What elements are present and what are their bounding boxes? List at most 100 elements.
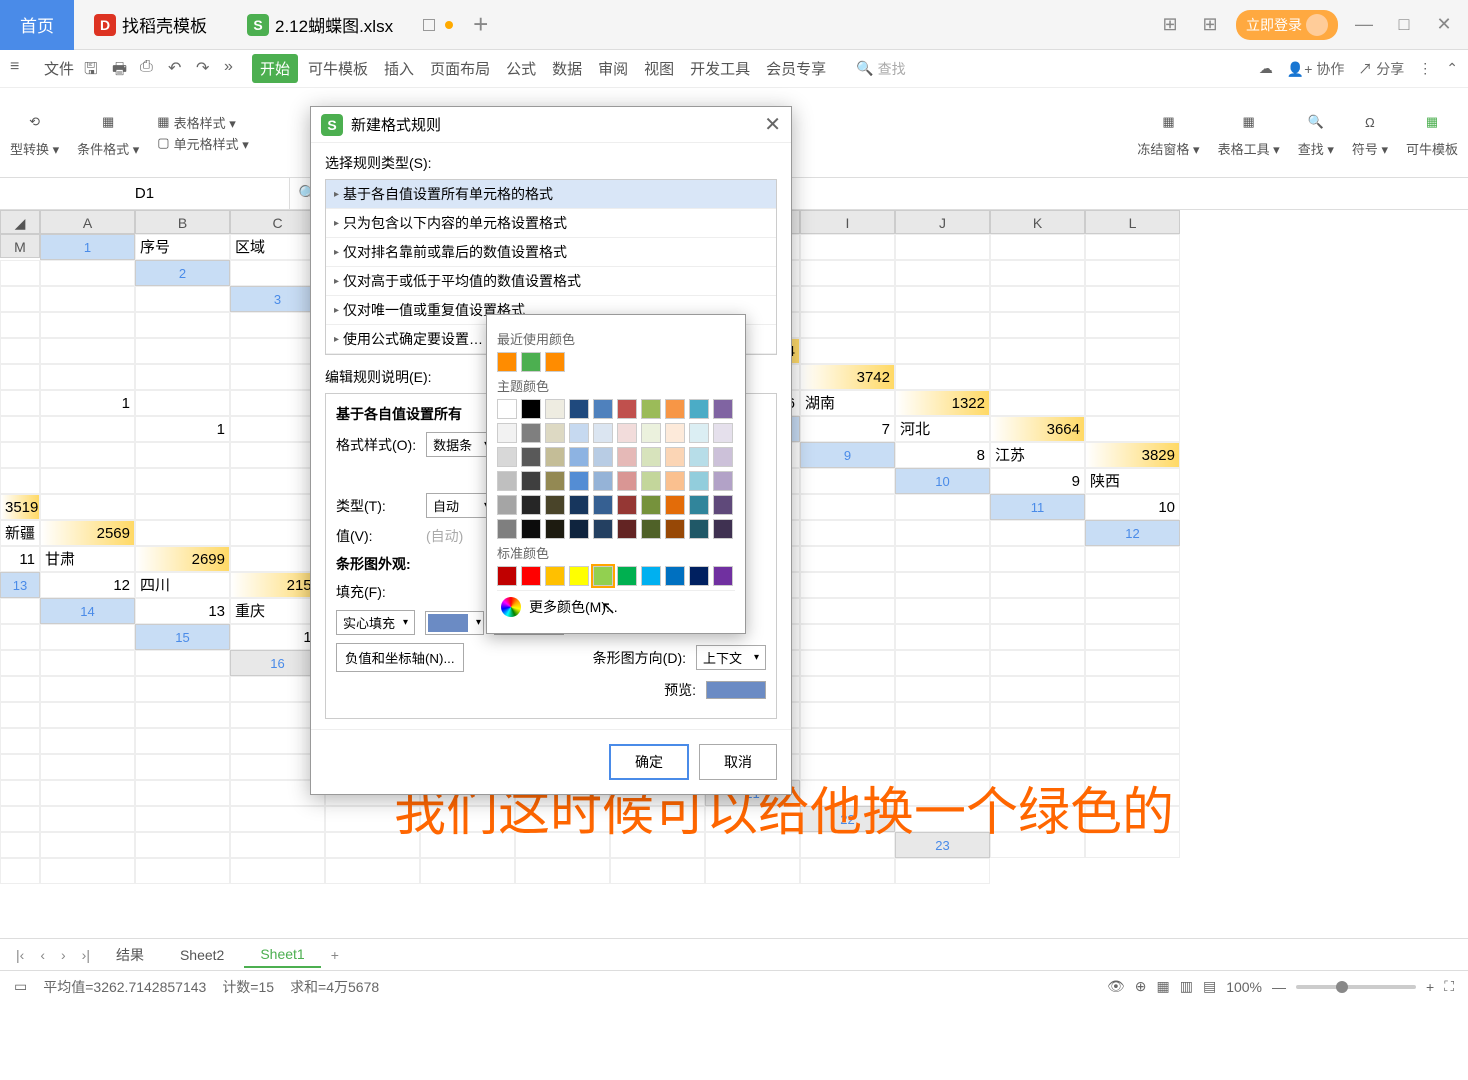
color-swatch[interactable] xyxy=(617,423,637,443)
login-button[interactable]: 立即登录 xyxy=(1236,10,1338,40)
color-swatch[interactable] xyxy=(497,352,517,372)
color-swatch[interactable] xyxy=(689,519,709,539)
menu-view[interactable]: 视图 xyxy=(638,54,680,83)
color-swatch[interactable] xyxy=(713,519,733,539)
tool-tablestyle[interactable]: ▦ 表格样式 ▾ xyxy=(157,113,235,132)
color-swatch[interactable] xyxy=(569,423,589,443)
color-swatch[interactable] xyxy=(545,352,565,372)
eye-icon[interactable]: 👁 xyxy=(1107,978,1125,995)
view-page-icon[interactable]: ▥ xyxy=(1180,978,1193,995)
close-button[interactable]: ✕ xyxy=(1430,11,1458,39)
sheet-nav-next[interactable]: › xyxy=(55,947,72,963)
color-swatch[interactable] xyxy=(521,471,541,491)
menu-review[interactable]: 审阅 xyxy=(592,54,634,83)
color-swatch[interactable] xyxy=(641,471,661,491)
color-swatch[interactable] xyxy=(497,519,517,539)
undo-icon[interactable]: ↶ xyxy=(168,58,192,80)
zoom-level[interactable]: 100% xyxy=(1226,979,1262,995)
ok-button[interactable]: 确定 xyxy=(609,744,689,780)
color-swatch[interactable] xyxy=(521,352,541,372)
color-swatch[interactable] xyxy=(545,399,565,419)
dialog-close-button[interactable]: ✕ xyxy=(764,112,781,137)
color-swatch[interactable] xyxy=(545,447,565,467)
tool-condfmt[interactable]: ▦条件格式 ▾ xyxy=(77,107,139,158)
collapse-ribbon[interactable]: ⌃ xyxy=(1446,60,1458,77)
color-swatch[interactable] xyxy=(665,447,685,467)
zoom-slider[interactable] xyxy=(1296,985,1416,989)
save-icon[interactable]: 🖫 xyxy=(84,58,108,80)
color-swatch[interactable] xyxy=(545,423,565,443)
color-swatch[interactable] xyxy=(497,566,517,586)
menu-start[interactable]: 开始 xyxy=(252,54,298,83)
color-swatch[interactable] xyxy=(665,495,685,515)
color-swatch[interactable] xyxy=(641,447,661,467)
color-swatch[interactable] xyxy=(713,495,733,515)
rule-item[interactable]: 仅对高于或低于平均值的数值设置格式 xyxy=(326,267,776,296)
rule-item[interactable]: 仅对排名靠前或靠后的数值设置格式 xyxy=(326,238,776,267)
cancel-button[interactable]: 取消 xyxy=(699,744,777,780)
tab-template[interactable]: D找稻壳模板 xyxy=(74,0,227,50)
sheet-tab[interactable]: 结果 xyxy=(100,941,160,969)
color-swatch[interactable] xyxy=(521,566,541,586)
view-break-icon[interactable]: ▤ xyxy=(1203,978,1216,995)
color-swatch[interactable] xyxy=(545,519,565,539)
color-swatch[interactable] xyxy=(713,423,733,443)
rule-item[interactable]: 只为包含以下内容的单元格设置格式 xyxy=(326,209,776,238)
menu-insert[interactable]: 插入 xyxy=(378,54,420,83)
color-swatch[interactable] xyxy=(689,471,709,491)
tool-kntmpl[interactable]: ▦可牛模板 xyxy=(1406,107,1458,158)
color-swatch[interactable] xyxy=(593,495,613,515)
print-icon[interactable]: 🖶 xyxy=(112,58,136,80)
sheet-tab[interactable]: Sheet1 xyxy=(244,942,320,968)
menu-file[interactable]: 文件 xyxy=(38,54,80,83)
color-swatch[interactable] xyxy=(689,495,709,515)
menu-data[interactable]: 数据 xyxy=(546,54,588,83)
coop-button[interactable]: 👤+ 协作 xyxy=(1287,59,1345,79)
color-swatch[interactable] xyxy=(497,447,517,467)
more-icon[interactable]: » xyxy=(224,58,248,80)
color-swatch[interactable] xyxy=(593,566,613,586)
maximize-button[interactable]: □ xyxy=(1390,11,1418,39)
tool-symbol[interactable]: Ω符号 ▾ xyxy=(1352,107,1388,158)
cell-reference[interactable]: D1 xyxy=(0,178,290,209)
preview-icon[interactable]: ⎙ xyxy=(140,58,164,80)
menu-more[interactable]: ⋮ xyxy=(1418,60,1432,77)
menu-formula[interactable]: 公式 xyxy=(500,54,542,83)
color-swatch[interactable] xyxy=(593,519,613,539)
rule-item[interactable]: 基于各自值设置所有单元格的格式 xyxy=(326,180,776,209)
new-tab-plus[interactable]: + xyxy=(473,9,488,40)
color-swatch[interactable] xyxy=(641,566,661,586)
color-swatch[interactable] xyxy=(545,566,565,586)
color-swatch[interactable] xyxy=(617,519,637,539)
color-swatch[interactable] xyxy=(545,471,565,491)
color-swatch[interactable] xyxy=(617,447,637,467)
layout-icon[interactable]: ⊞ xyxy=(1156,11,1184,39)
color-swatch[interactable] xyxy=(521,495,541,515)
color-swatch[interactable] xyxy=(593,447,613,467)
fill-type-dropdown[interactable]: 实心填充 xyxy=(336,610,415,635)
color-swatch[interactable] xyxy=(665,399,685,419)
color-swatch[interactable] xyxy=(545,495,565,515)
color-swatch[interactable] xyxy=(617,399,637,419)
color-swatch[interactable] xyxy=(665,566,685,586)
color-swatch[interactable] xyxy=(569,566,589,586)
color-swatch[interactable] xyxy=(593,471,613,491)
color-swatch[interactable] xyxy=(713,447,733,467)
record-icon[interactable]: ▭ xyxy=(14,978,27,995)
tool-find[interactable]: 🔍查找 ▾ xyxy=(1298,107,1334,158)
color-swatch[interactable] xyxy=(641,495,661,515)
redo-icon[interactable]: ↷ xyxy=(196,58,220,80)
search-box[interactable]: 🔍 查找 xyxy=(856,59,905,79)
sheet-nav-first[interactable]: |‹ xyxy=(10,947,30,963)
color-swatch[interactable] xyxy=(641,519,661,539)
minimize-button[interactable]: — xyxy=(1350,11,1378,39)
zoom-out-button[interactable]: — xyxy=(1272,979,1286,995)
sheet-nav-prev[interactable]: ‹ xyxy=(34,947,51,963)
color-swatch[interactable] xyxy=(713,566,733,586)
color-swatch[interactable] xyxy=(521,423,541,443)
direction-dropdown[interactable]: 上下文 xyxy=(696,645,766,670)
color-swatch[interactable] xyxy=(617,566,637,586)
tool-convert[interactable]: ⟲型转换 ▾ xyxy=(10,107,59,158)
color-swatch[interactable] xyxy=(521,519,541,539)
color-swatch[interactable] xyxy=(569,471,589,491)
